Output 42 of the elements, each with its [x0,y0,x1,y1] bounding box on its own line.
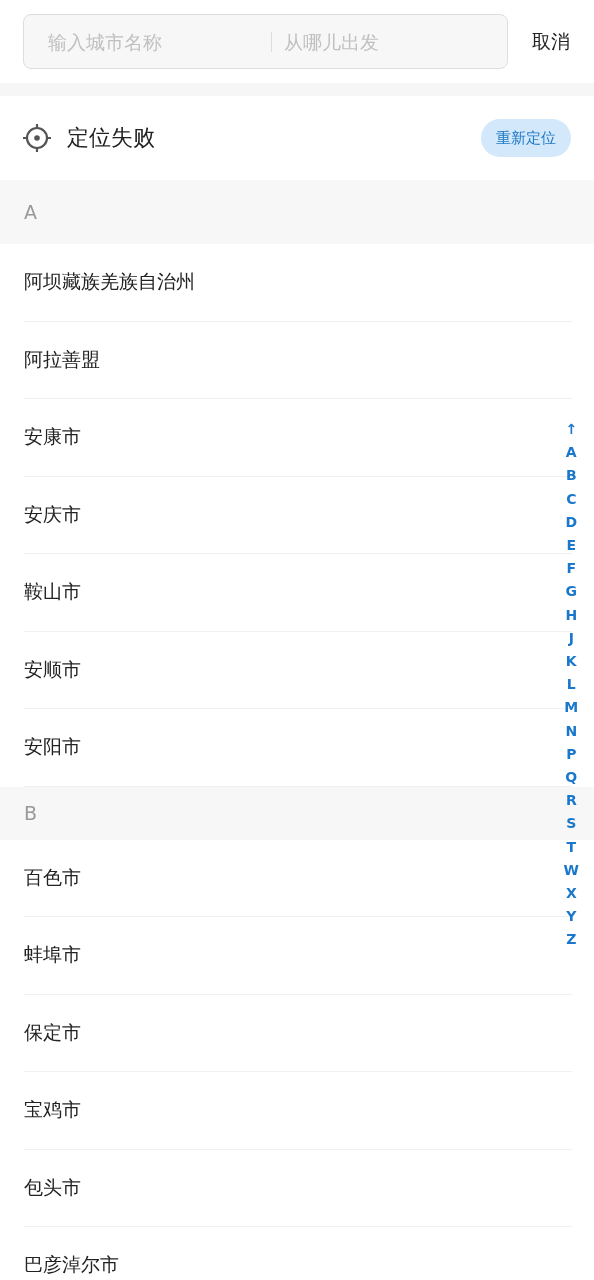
index-letter[interactable]: F [566,557,577,581]
index-letter[interactable]: ↑ [565,418,578,442]
city-item[interactable]: 宝鸡市 [24,1097,81,1124]
index-letter[interactable]: Q [565,766,578,790]
index-letter[interactable]: H [565,603,578,627]
index-letter[interactable]: C [566,487,577,511]
index-letter[interactable]: L [566,673,576,697]
index-letter[interactable]: D [565,510,578,534]
index-letter[interactable]: R [565,789,577,813]
index-letter[interactable]: P [566,742,577,767]
index-letter[interactable]: G [565,580,577,604]
relocate-button[interactable]: 重新定位 [481,119,571,157]
index-letter[interactable]: A [565,441,577,465]
index-letter[interactable]: E [566,534,577,558]
crosshair-icon [23,123,51,153]
city-item[interactable]: 安庆市 [24,501,81,528]
index-letter[interactable]: M [564,696,579,720]
index-letter[interactable]: W [563,858,579,883]
city-item[interactable]: 阿坝藏族羌族自治州 [24,269,195,296]
city-item[interactable]: 包头市 [24,1174,81,1201]
location-status: 定位失败 [67,124,156,152]
index-letter[interactable]: X [565,882,577,906]
index-letter[interactable]: T [566,835,577,859]
index-letter[interactable]: N [565,719,578,743]
index-letter[interactable]: Z [566,928,577,952]
index-letter[interactable]: Y [566,905,577,929]
city-item[interactable]: 巴彦淖尔市 [24,1252,119,1279]
city-item[interactable]: 阿拉善盟 [24,346,100,373]
city-item[interactable]: 蚌埠市 [24,942,81,969]
section-letter: B [24,802,38,824]
index-letter[interactable]: B [565,464,577,488]
city-item[interactable]: 鞍山市 [24,579,81,606]
index-letter[interactable]: S [566,812,577,836]
section-letter: A [24,201,37,223]
city-item[interactable]: 安阳市 [24,734,81,761]
city-item[interactable]: 安康市 [24,424,81,451]
city-item[interactable]: 安顺市 [24,656,81,683]
index-letter[interactable]: K [565,650,577,674]
cancel-button[interactable]: 取消 [532,28,570,55]
index-letter[interactable]: J [568,626,574,651]
city-item[interactable]: 保定市 [24,1019,81,1046]
city-item[interactable]: 百色市 [24,864,81,891]
